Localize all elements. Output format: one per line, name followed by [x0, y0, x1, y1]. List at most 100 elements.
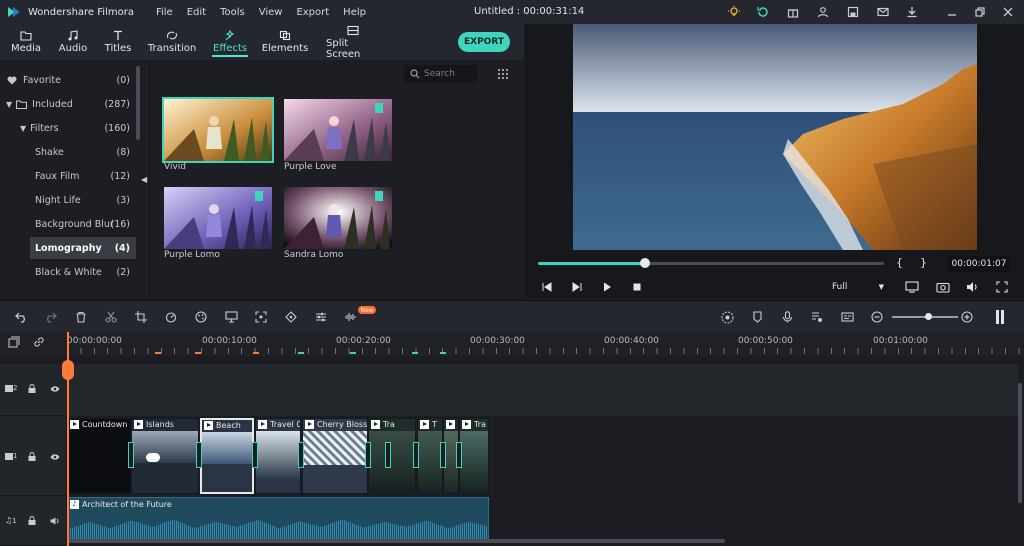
restore-icon[interactable] — [972, 4, 988, 20]
effect-thumbnail-sandra-lomo[interactable] — [284, 187, 392, 249]
keyframe-icon[interactable] — [283, 309, 299, 325]
search-input[interactable]: Search — [404, 65, 478, 83]
next-frame-icon[interactable] — [571, 281, 583, 296]
grid-view-icon[interactable] — [497, 68, 509, 83]
tab-transition[interactable]: Transition — [148, 24, 196, 60]
mail-icon[interactable] — [875, 4, 891, 20]
video-clip-countdown[interactable]: Countdown 2 — [67, 418, 131, 494]
menu-edit[interactable]: Edit — [187, 7, 206, 18]
timeline-vertical-scrollbar[interactable] — [1018, 383, 1022, 503]
eye-icon[interactable] — [50, 453, 60, 464]
transition-marker[interactable] — [365, 442, 371, 468]
play-icon[interactable] — [601, 281, 613, 296]
crop-icon[interactable] — [133, 309, 149, 325]
cut-icon[interactable] — [103, 309, 119, 325]
tab-elements[interactable]: Elements — [262, 24, 308, 60]
redo-icon[interactable] — [42, 309, 58, 325]
effect-thumbnail-vivid[interactable] — [162, 97, 274, 163]
color-palette-icon[interactable] — [193, 309, 209, 325]
video-track-2-lane[interactable] — [66, 364, 1018, 416]
mark-out-button[interactable]: } — [920, 256, 927, 269]
snapshot-icon[interactable] — [936, 281, 950, 296]
render-icon[interactable] — [719, 309, 735, 325]
lock-icon[interactable] — [28, 516, 36, 528]
video-clip-cherry-blossom[interactable]: Cherry Bloss — [302, 418, 368, 494]
zoom-slider-handle[interactable] — [925, 313, 932, 320]
effect-thumbnail-purple-love[interactable] — [284, 99, 392, 161]
lock-icon[interactable] — [28, 452, 36, 464]
lock-icon[interactable] — [28, 384, 36, 396]
delete-icon[interactable] — [73, 309, 89, 325]
transition-marker[interactable] — [128, 442, 134, 468]
menu-view[interactable]: View — [259, 7, 283, 18]
menu-export[interactable]: Export — [296, 7, 329, 18]
mark-in-button[interactable]: { — [896, 256, 903, 269]
menu-help[interactable]: Help — [343, 7, 366, 18]
gift-icon[interactable] — [785, 4, 801, 20]
preview-video-frame[interactable] — [573, 24, 977, 250]
video-clip-islands[interactable]: Islands — [131, 418, 199, 494]
voiceover-list-icon[interactable] — [809, 309, 825, 325]
sidebar-item-shake[interactable]: Shake (8) — [0, 141, 140, 163]
sidebar-item-favorite[interactable]: Favorite (0) — [0, 69, 140, 91]
stop-icon[interactable] — [631, 281, 643, 296]
marker-icon[interactable] — [749, 309, 765, 325]
transition-marker[interactable] — [298, 442, 304, 468]
sidebar-item-black-white[interactable]: Black & White (2) — [0, 261, 140, 283]
sidebar-item-night-life[interactable]: Night Life (3) — [0, 189, 140, 211]
sidebar-item-filters[interactable]: ▼ Filters (160) — [0, 117, 140, 139]
transition-marker[interactable] — [440, 442, 446, 468]
video-clip-travel-2[interactable]: Tra — [368, 418, 416, 494]
sidebar-item-included[interactable]: ▼ Included (287) — [0, 93, 140, 115]
refresh-icon[interactable] — [755, 4, 771, 20]
video-clip-travel-5[interactable]: Tra — [459, 418, 489, 494]
sidebar-item-lomography[interactable]: Lomography (4) — [30, 237, 136, 259]
transition-marker[interactable] — [385, 442, 391, 468]
audio-clip[interactable]: ♪ Architect of the Future — [67, 497, 489, 540]
transition-marker[interactable] — [252, 442, 258, 468]
microphone-icon[interactable] — [779, 309, 795, 325]
menu-file[interactable]: File — [156, 7, 173, 18]
pause-icon[interactable] — [992, 309, 1008, 325]
link-icon[interactable] — [33, 336, 45, 351]
transition-marker[interactable] — [456, 442, 462, 468]
sidebar-item-background-blur[interactable]: Background Blur (16) — [0, 213, 140, 235]
tab-audio[interactable]: Audio — [56, 24, 90, 60]
zoom-in-icon[interactable] — [959, 309, 975, 325]
volume-icon[interactable] — [966, 281, 980, 296]
fullscreen-icon[interactable] — [996, 281, 1008, 296]
zoom-out-icon[interactable] — [869, 309, 885, 325]
collapse-sidebar-icon[interactable]: ◀ — [141, 175, 147, 184]
speaker-icon[interactable] — [50, 517, 60, 528]
subtitles-icon[interactable] — [839, 309, 855, 325]
export-button[interactable]: EXPORT — [458, 32, 510, 52]
green-screen-icon[interactable] — [223, 309, 239, 325]
tab-media[interactable]: Media — [8, 24, 44, 60]
transition-marker[interactable] — [413, 442, 419, 468]
menu-tools[interactable]: Tools — [220, 7, 245, 18]
sidebar-item-faux-film[interactable]: Faux Film (12) — [0, 165, 140, 187]
bulb-icon[interactable] — [726, 4, 742, 20]
tab-effects[interactable]: Effects — [212, 24, 248, 60]
timeline-ruler[interactable]: 00:00:00:00 00:00:10:00 00:00:20:00 00:0… — [0, 332, 1024, 356]
sidebar-scrollbar[interactable] — [136, 66, 140, 140]
video-clip-travel[interactable]: Travel 0 — [255, 418, 301, 494]
motion-tracking-icon[interactable] — [253, 309, 269, 325]
effect-thumbnail-purple-lomo[interactable] — [164, 187, 272, 249]
audio-waveform-icon[interactable] — [343, 309, 359, 325]
minimize-icon[interactable] — [944, 4, 960, 20]
playhead-handle[interactable] — [62, 360, 74, 380]
transition-marker[interactable] — [196, 442, 202, 468]
tab-titles[interactable]: Titles — [102, 24, 134, 60]
eye-icon[interactable] — [50, 385, 60, 396]
add-track-icon[interactable] — [8, 336, 20, 351]
video-clip-beach[interactable]: Beach — [200, 418, 254, 494]
tab-split-screen[interactable]: Split Screen — [326, 24, 380, 60]
adjust-icon[interactable] — [313, 309, 329, 325]
close-icon[interactable] — [1000, 4, 1016, 20]
undo-icon[interactable] — [13, 309, 29, 325]
download-icon[interactable] — [904, 4, 920, 20]
previous-frame-icon[interactable] — [541, 281, 553, 296]
preview-quality-select[interactable]: Full ▼ — [826, 279, 890, 295]
monitor-icon[interactable] — [905, 281, 919, 296]
